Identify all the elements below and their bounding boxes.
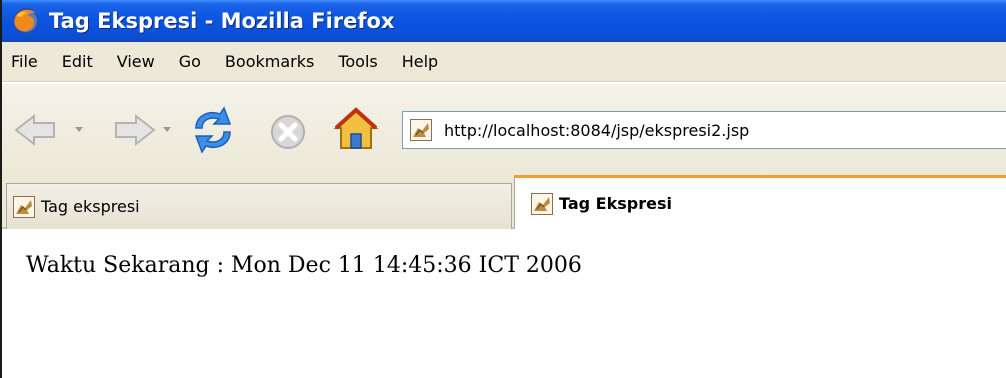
firefox-icon — [13, 8, 39, 34]
tab-label: Tag ekspresi — [41, 197, 140, 216]
address-bar[interactable]: http://localhost:8084/jsp/ekspresi2.jsp — [402, 111, 1006, 149]
current-time-text: Waktu Sekarang : Mon Dec 11 14:45:36 ICT… — [26, 253, 582, 278]
menu-view[interactable]: View — [117, 52, 155, 71]
menu-edit[interactable]: Edit — [62, 52, 93, 71]
title-bar[interactable]: Tag Ekspresi - Mozilla Firefox — [2, 0, 1006, 42]
menu-bar: File Edit View Go Bookmarks Tools Help — [2, 42, 1006, 82]
window-title: Tag Ekspresi - Mozilla Firefox — [49, 9, 395, 33]
menu-go[interactable]: Go — [179, 52, 201, 71]
menu-tools[interactable]: Tools — [338, 52, 377, 71]
forward-icon[interactable] — [102, 112, 158, 148]
reload-icon[interactable] — [188, 106, 238, 154]
page-favicon — [531, 192, 553, 215]
tab-tag-ekspresi-inactive[interactable]: Tag ekspresi — [6, 183, 512, 229]
tab-tag-ekspresi-active[interactable]: Tag Ekspresi — [514, 175, 1006, 229]
navigation-toolbar: http://localhost:8084/jsp/ekspresi2.jsp — [2, 83, 1006, 173]
stop-icon[interactable] — [268, 112, 308, 152]
back-icon[interactable] — [12, 112, 68, 148]
menu-file[interactable]: File — [11, 52, 38, 71]
page-favicon — [410, 119, 432, 141]
forward-dropdown-icon[interactable] — [162, 126, 172, 134]
tab-strip: Tag ekspresi Tag Ekspresi — [2, 173, 1006, 229]
tab-label: Tag Ekspresi — [559, 194, 672, 213]
menu-bookmarks[interactable]: Bookmarks — [225, 52, 314, 71]
browser-window: Tag Ekspresi - Mozilla Firefox File Edit… — [0, 0, 1006, 378]
page-content: Waktu Sekarang : Mon Dec 11 14:45:36 ICT… — [2, 229, 1006, 378]
page-favicon — [13, 195, 35, 218]
home-icon[interactable] — [332, 104, 380, 152]
back-dropdown-icon[interactable] — [74, 126, 84, 134]
menu-help[interactable]: Help — [402, 52, 438, 71]
url-text[interactable]: http://localhost:8084/jsp/ekspresi2.jsp — [444, 121, 749, 140]
